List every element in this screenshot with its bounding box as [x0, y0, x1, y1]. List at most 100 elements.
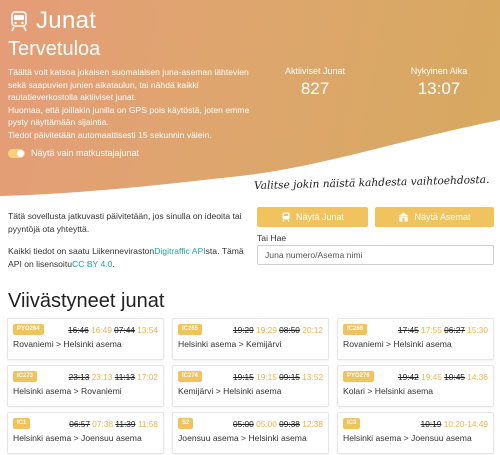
stat-current-time-label: Nykyinen Aika: [410, 66, 468, 76]
actual-time: 15:30: [467, 324, 488, 335]
train-route: Helsinki asema > Joensuu asema: [13, 433, 142, 443]
actual-time: 14:36: [467, 371, 488, 382]
train-route: Helsinki asema > Rovaniemi: [13, 386, 122, 396]
train-card[interactable]: S2 05:00 05:00 09:38 12:38 Joensuu asema …: [172, 412, 329, 454]
station-icon: [398, 212, 409, 222]
brand[interactable]: Junat: [8, 7, 96, 35]
scheduled-time: 11:13: [114, 371, 135, 382]
train-card[interactable]: IC3 10:19 10:20-14:49 Helsinki asema > Jo…: [337, 412, 494, 454]
actual-time: 16:49: [91, 324, 112, 335]
scheduled-time: 09:15: [279, 371, 300, 382]
license-link[interactable]: CC BY 4.0: [72, 259, 112, 269]
scheduled-time: 05:00: [233, 418, 254, 429]
scheduled-time: 09:38: [279, 418, 300, 429]
scheduled-time: 06:57: [69, 418, 90, 429]
train-times: 10:19 10:20-14:49: [421, 419, 488, 429]
actual-time: 13:54: [137, 324, 158, 335]
actual-time: 10:20-14:49: [443, 418, 488, 429]
scheduled-time: 23:13: [68, 371, 90, 382]
scheduled-time: 11:39: [115, 418, 136, 429]
train-times: 19:29 19:29 08:50 20:12: [233, 325, 323, 335]
intro-text: Täältä voit katsoa jokaisen suomalaisen …: [8, 67, 250, 140]
actual-time: 23:13: [91, 371, 113, 382]
show-trains-label: Näytä Junat: [295, 212, 345, 222]
train-card[interactable]: PYO276 19:42 19:45 10:45 14:36 Kolari > H…: [337, 365, 494, 407]
train-times: 06:57 07:38 11:39 11:58: [69, 419, 158, 429]
actual-time: 19:45: [421, 371, 442, 382]
info-text: Tätä sovellusta jatkuvasti päivitetään, …: [8, 210, 248, 280]
scheduled-time: 10:45: [444, 371, 465, 382]
scheduled-time: 10:19: [420, 418, 442, 429]
train-times: 16:46 16:49 07:44 13:54: [68, 325, 158, 335]
info-paragraph-source: Kaikki tiedot on saatu LiikennevirastonD…: [8, 246, 244, 269]
search-label: Tai Hae: [257, 233, 287, 243]
scheduled-time: 06:27: [444, 324, 465, 335]
actual-time: 07:38: [92, 418, 114, 429]
train-id-badge: PYO276: [343, 371, 374, 382]
train-times: 05:00 05:00 09:38 12:38: [233, 419, 323, 429]
stat-current-time-value: 13:07: [417, 79, 461, 98]
actual-time: 12:38: [302, 418, 323, 429]
scheduled-time: 17:45: [398, 324, 419, 335]
train-route: Joensuu asema > Helsinki asema: [178, 433, 307, 443]
actual-time: 19:29: [256, 324, 277, 335]
welcome-heading: Tervetuloa: [8, 38, 101, 60]
train-id-badge: IC266: [343, 324, 368, 335]
train-route: Rovaniemi > Helsinki asema: [13, 339, 122, 349]
scheduled-time: 08:50: [279, 324, 300, 335]
stat-active-trains-value: 827: [300, 79, 330, 98]
passenger-toggle-row[interactable]: Näytä vain matkustajajunat: [8, 148, 139, 158]
passenger-toggle-label: Näytä vain matkustajajunat: [31, 148, 140, 158]
train-id-badge: IC3: [343, 418, 361, 429]
digitraffic-link[interactable]: Digitraffic API: [154, 246, 205, 256]
train-id-badge: IC274: [178, 371, 203, 382]
hero-banner: Junat Tervetuloa Täältä voit katsoa joka…: [0, 0, 500, 202]
show-stations-label: Näytä Asemat: [414, 212, 471, 222]
train-route: Helsinki asema > Kemijärvi: [178, 339, 282, 349]
train-id-badge: IC265: [178, 324, 203, 335]
stat-current-time: Nykyinen Aika 13:07: [401, 66, 477, 99]
passenger-only-toggle[interactable]: [8, 148, 25, 158]
scheduled-time: 07:44: [114, 324, 135, 335]
train-id-badge: PYO264: [13, 324, 44, 335]
train-icon: [282, 212, 290, 222]
train-card[interactable]: IC274 19:15 19:15 09:15 13:52 Kemijärvi >…: [172, 365, 329, 407]
train-route: Kolari > Helsinki asema: [343, 386, 434, 396]
show-stations-button[interactable]: Näytä Asemat: [375, 207, 494, 227]
train-card[interactable]: IC1 06:57 07:38 11:39 11:58 Helsinki asem…: [7, 412, 164, 454]
train-times: 17:45 17:55 06:27 15:30: [398, 325, 488, 335]
train-id-badge: IC273: [13, 371, 38, 382]
actual-time: 17:02: [137, 371, 158, 382]
stat-active-trains-label: Aktiiviset Junat: [284, 66, 346, 76]
train-card[interactable]: IC266 17:45 17:55 06:27 15:30 Rovaniemi >…: [337, 318, 494, 360]
actual-time: 19:15: [256, 371, 277, 382]
actual-time: 11:58: [137, 418, 158, 429]
train-route: Helsinki asema > Joensuu asema: [343, 433, 472, 443]
app-title: Junat: [36, 7, 97, 34]
scheduled-time: 19:29: [233, 324, 254, 335]
scheduled-time: 19:15: [233, 371, 254, 382]
info-paragraph-updates: Tätä sovellusta jatkuvasti päivitetään, …: [8, 211, 242, 234]
delayed-trains-title: Viivästyneet junat: [8, 290, 165, 312]
train-id-badge: S2: [178, 418, 194, 429]
train-icon: [11, 11, 27, 32]
stat-active-trains: Aktiiviset Junat 827: [276, 66, 354, 99]
show-trains-button[interactable]: Näytä Junat: [257, 207, 368, 227]
train-card[interactable]: IC273 23:13 23:13 11:13 17:02 Helsinki as…: [7, 365, 164, 407]
train-card[interactable]: IC265 19:29 19:29 08:50 20:12 Helsinki as…: [172, 318, 329, 360]
actual-time: 20:12: [302, 324, 323, 335]
train-route: Rovaniemi > Helsinki asema: [343, 339, 452, 349]
actual-time: 17:55: [421, 324, 442, 335]
train-times: 19:42 19:45 10:45 14:36: [398, 372, 488, 382]
train-times: 19:15 19:15 09:15 13:52: [233, 372, 323, 382]
train-times: 23:13 23:13 11:13 17:02: [69, 372, 158, 382]
scheduled-time: 16:46: [68, 324, 89, 335]
train-card[interactable]: PYO264 16:46 16:49 07:44 13:54 Rovaniemi …: [7, 318, 164, 360]
train-route: Kemijärvi > Helsinki asema: [178, 386, 282, 396]
actual-time: 13:52: [302, 371, 323, 382]
delayed-trains-grid: PYO264 16:46 16:49 07:44 13:54 Rovaniemi …: [7, 318, 495, 454]
actual-time: 05:00: [256, 418, 277, 429]
train-id-badge: IC1: [13, 418, 31, 429]
scheduled-time: 19:42: [398, 371, 419, 382]
search-input[interactable]: [257, 245, 494, 265]
